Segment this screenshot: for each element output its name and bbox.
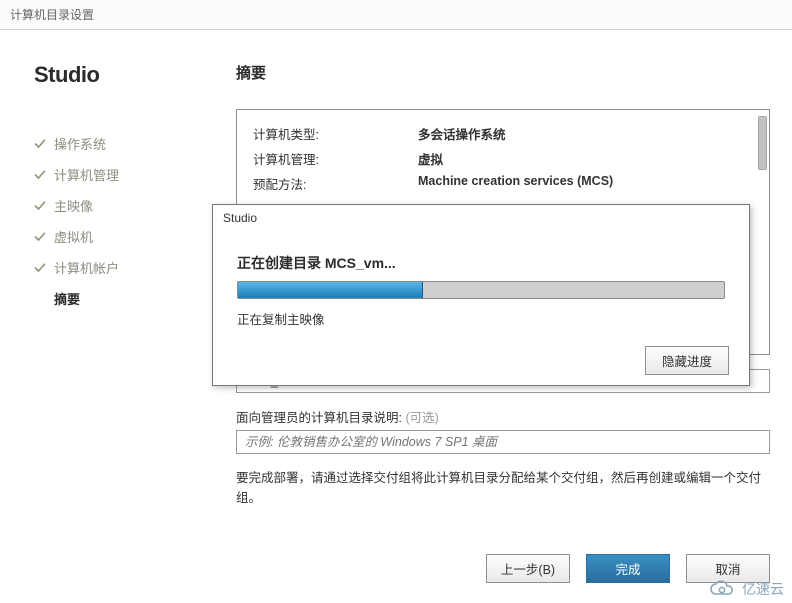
check-icon bbox=[34, 231, 46, 243]
summary-row-machine-management: 计算机管理: 虚拟 bbox=[253, 149, 753, 168]
progress-dialog: Studio 正在创建目录 MCS_vm... 正在复制主映像 隐藏进度 bbox=[212, 204, 750, 386]
watermark-text: 亿速云 bbox=[742, 579, 784, 599]
check-icon bbox=[34, 262, 46, 274]
dialog-status-text: 正在复制主映像 bbox=[237, 309, 725, 328]
step-summary[interactable]: 摘要 bbox=[34, 289, 220, 308]
step-machine-management[interactable]: 计算机管理 bbox=[34, 165, 220, 184]
wizard-footer: 上一步(B) 完成 取消 bbox=[0, 554, 770, 583]
window-titlebar: 计算机目录设置 bbox=[0, 0, 792, 30]
summary-row-machine-type: 计算机类型: 多会话操作系统 bbox=[253, 124, 753, 143]
finish-button[interactable]: 完成 bbox=[586, 554, 670, 583]
dialog-task-text: 正在创建目录 MCS_vm... bbox=[237, 253, 725, 273]
step-label: 摘要 bbox=[54, 289, 80, 308]
check-icon bbox=[34, 169, 46, 181]
section-title: 摘要 bbox=[236, 62, 770, 83]
catalog-desc-input[interactable] bbox=[236, 430, 770, 454]
dialog-footer: 隐藏进度 bbox=[213, 338, 749, 385]
catalog-desc-label: 面向管理员的计算机目录说明: (可选) bbox=[236, 407, 770, 426]
progress-fill bbox=[238, 282, 423, 298]
desc-optional-text: (可选) bbox=[405, 411, 438, 425]
dialog-title: Studio bbox=[213, 205, 749, 231]
hide-progress-button[interactable]: 隐藏进度 bbox=[645, 346, 729, 375]
step-operating-system[interactable]: 操作系统 bbox=[34, 134, 220, 153]
step-computer-accounts[interactable]: 计算机帐户 bbox=[34, 258, 220, 277]
dialog-body: 正在创建目录 MCS_vm... 正在复制主映像 bbox=[213, 233, 749, 338]
check-icon bbox=[34, 138, 46, 150]
wizard-steps: 操作系统 计算机管理 主映像 虚拟机 bbox=[34, 134, 220, 308]
watermark: 亿速云 bbox=[708, 579, 784, 599]
summary-value: Machine creation services (MCS) bbox=[418, 174, 753, 193]
cloud-icon bbox=[708, 580, 736, 598]
scrollbar-thumb[interactable] bbox=[758, 116, 767, 170]
summary-key: 预配方法: bbox=[253, 174, 418, 193]
check-icon bbox=[34, 200, 46, 212]
progress-bar bbox=[237, 281, 725, 299]
step-label: 计算机帐户 bbox=[54, 258, 119, 277]
window-title: 计算机目录设置 bbox=[10, 8, 94, 22]
summary-key: 计算机类型: bbox=[253, 124, 418, 143]
helper-text: 要完成部署，请通过选择交付组将此计算机目录分配给某个交付组，然后再创建或编辑一个… bbox=[236, 468, 770, 508]
desc-label-text: 面向管理员的计算机目录说明: bbox=[236, 411, 402, 425]
summary-key: 计算机管理: bbox=[253, 149, 418, 168]
step-label: 主映像 bbox=[54, 196, 93, 215]
step-master-image[interactable]: 主映像 bbox=[34, 196, 220, 215]
step-label: 操作系统 bbox=[54, 134, 106, 153]
summary-value: 虚拟 bbox=[418, 149, 753, 168]
back-button[interactable]: 上一步(B) bbox=[486, 554, 570, 583]
summary-row-provisioning-method: 预配方法: Machine creation services (MCS) bbox=[253, 174, 753, 193]
brand-title: Studio bbox=[34, 62, 220, 88]
step-label: 计算机管理 bbox=[54, 165, 119, 184]
step-label: 虚拟机 bbox=[54, 227, 93, 246]
step-virtual-machines[interactable]: 虚拟机 bbox=[34, 227, 220, 246]
sidebar: Studio 操作系统 计算机管理 主映像 bbox=[0, 62, 220, 547]
summary-value: 多会话操作系统 bbox=[418, 124, 753, 143]
